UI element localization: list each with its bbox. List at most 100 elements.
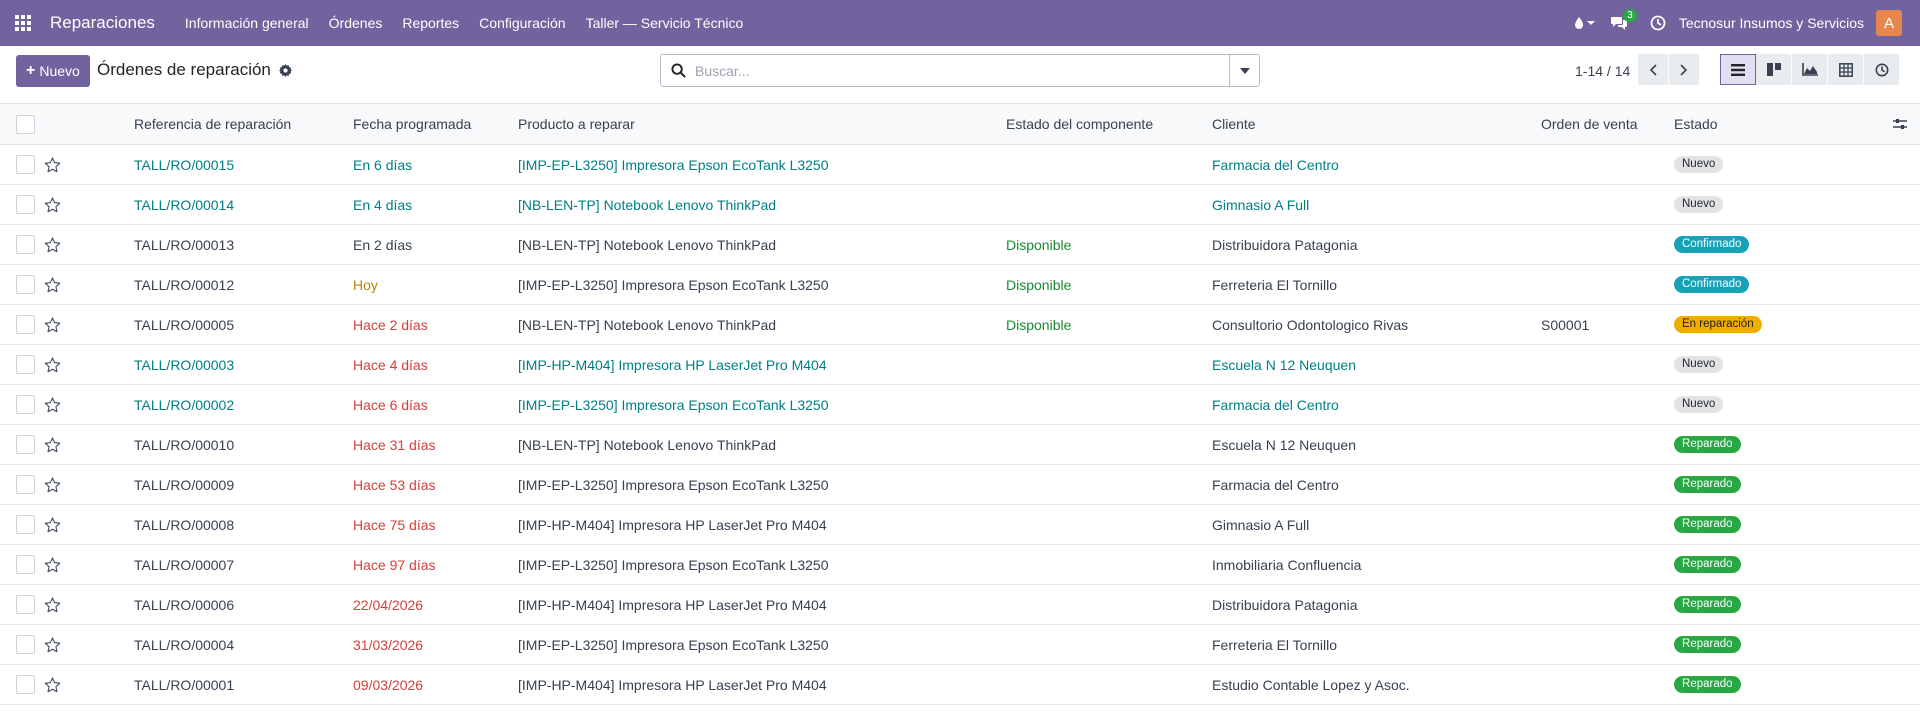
menu-item-reportes[interactable]: Reportes	[392, 0, 469, 46]
pager-previous-button[interactable]	[1638, 54, 1669, 85]
column-header-ref[interactable]: Referencia de reparación	[134, 104, 291, 144]
kanban-view-button[interactable]	[1756, 54, 1792, 85]
table-row[interactable]: TALL/RO/00013 En 2 días [NB-LEN-TP] Notebo…	[0, 225, 1920, 265]
optional-columns-icon[interactable]	[1893, 104, 1907, 144]
star-icon[interactable]	[44, 625, 61, 664]
star-icon[interactable]	[44, 385, 61, 424]
table-row[interactable]: TALL/RO/00005 Hace 2 días [NB-LEN-TP] Note…	[0, 305, 1920, 345]
repair-orders-table: Referencia de reparación Fecha programad…	[0, 104, 1920, 705]
row-checkbox[interactable]	[16, 665, 35, 704]
column-header-product[interactable]: Producto a reparar	[518, 104, 635, 144]
pager-next-button[interactable]	[1669, 54, 1700, 85]
company-switcher[interactable]: Tecnosur Insumos y Servicios	[1673, 15, 1876, 31]
column-header-client[interactable]: Cliente	[1212, 104, 1256, 144]
messages-icon[interactable]: 3	[1603, 0, 1637, 46]
repair-reference: TALL/RO/00008	[134, 516, 235, 533]
row-checkbox[interactable]	[16, 225, 35, 264]
menu-item-configuracion[interactable]: Configuración	[469, 0, 575, 46]
repair-reference: TALL/RO/00004	[134, 636, 235, 653]
row-checkbox[interactable]	[16, 145, 35, 184]
scheduled-date: 22/04/2026	[353, 596, 424, 613]
star-icon[interactable]	[44, 145, 61, 184]
table-row[interactable]: TALL/RO/00012 Hoy [IMP-EP-L3250] Impresora…	[0, 265, 1920, 305]
star-icon[interactable]	[44, 185, 61, 224]
state-cell: Confirmado	[1674, 225, 1750, 264]
table-row[interactable]: TALL/RO/00002 Hace 6 días [IMP-EP-L3250] I…	[0, 385, 1920, 425]
star-icon[interactable]	[44, 345, 61, 384]
table-row[interactable]: TALL/RO/00004 31/03/2026 [IMP-EP-L3250] Im…	[0, 625, 1920, 665]
star-icon[interactable]	[44, 265, 61, 304]
scheduled-date: Hace 2 días	[353, 316, 428, 333]
row-checkbox[interactable]	[16, 585, 35, 624]
row-checkbox[interactable]	[16, 625, 35, 664]
scheduled-date: Hoy	[353, 276, 378, 293]
table-row[interactable]: TALL/RO/00006 22/04/2026 [IMP-HP-M404] Imp…	[0, 585, 1920, 625]
star-icon[interactable]	[44, 305, 61, 344]
table-row[interactable]: TALL/RO/00010 Hace 31 días [NB-LEN-TP] Not…	[0, 425, 1920, 465]
column-header-component[interactable]: Estado del componente	[1006, 104, 1153, 144]
new-button[interactable]: + Nuevo	[16, 55, 90, 87]
row-checkbox[interactable]	[16, 305, 35, 344]
component-status: Disponible	[1006, 316, 1072, 333]
status-badge: Confirmado	[1674, 236, 1750, 253]
star-icon[interactable]	[44, 425, 61, 464]
star-icon[interactable]	[44, 505, 61, 544]
state-cell: Nuevo	[1674, 385, 1724, 424]
scheduled-date: Hace 31 días	[353, 436, 436, 453]
table-row[interactable]: TALL/RO/00003 Hace 4 días [IMP-HP-M404] Im…	[0, 345, 1920, 385]
scheduled-date: 31/03/2026	[353, 636, 424, 653]
status-badge: Reparado	[1674, 596, 1741, 613]
table-row[interactable]: TALL/RO/00007 Hace 97 días [IMP-EP-L3250] …	[0, 545, 1920, 585]
app-name[interactable]: Reparaciones	[50, 13, 155, 33]
star-icon[interactable]	[44, 465, 61, 504]
row-checkbox[interactable]	[16, 385, 35, 424]
search-input[interactable]	[695, 55, 1229, 86]
app-menu-icon[interactable]	[0, 0, 46, 46]
user-avatar[interactable]: A	[1876, 10, 1902, 36]
table-row[interactable]: TALL/RO/00008 Hace 75 días [IMP-HP-M404] I…	[0, 505, 1920, 545]
menu-item-ordenes[interactable]: Órdenes	[319, 0, 393, 46]
activity-view-button[interactable]	[1864, 54, 1900, 85]
status-badge: En reparación	[1674, 316, 1762, 333]
column-header-state[interactable]: Estado	[1674, 104, 1718, 144]
page-title-group: Órdenes de reparación	[97, 60, 292, 80]
product-to-repair: [IMP-EP-L3250] Impresora Epson EcoTank L…	[518, 556, 829, 573]
select-all-checkbox[interactable]	[16, 104, 35, 144]
debug-drop-icon[interactable]	[1567, 0, 1603, 46]
table-row[interactable]: TALL/RO/00014 En 4 días [NB-LEN-TP] Notebo…	[0, 185, 1920, 225]
chevron-right-icon	[1680, 63, 1688, 76]
table-row[interactable]: TALL/RO/00015 En 6 días [IMP-EP-L3250] Imp…	[0, 145, 1920, 185]
table-body: TALL/RO/00015 En 6 días [IMP-EP-L3250] Imp…	[0, 145, 1920, 705]
column-header-order[interactable]: Orden de venta	[1541, 104, 1638, 144]
star-icon[interactable]	[44, 225, 61, 264]
repair-reference: TALL/RO/00001	[134, 676, 235, 693]
row-checkbox[interactable]	[16, 545, 35, 584]
table-row[interactable]: TALL/RO/00001 09/03/2026 [IMP-HP-M404] Imp…	[0, 665, 1920, 705]
gear-icon[interactable]	[278, 63, 292, 77]
row-checkbox[interactable]	[16, 505, 35, 544]
list-view-button[interactable]	[1720, 54, 1756, 85]
row-checkbox[interactable]	[16, 425, 35, 464]
status-badge: Reparado	[1674, 676, 1741, 693]
graph-view-button[interactable]	[1792, 54, 1828, 85]
menu-item-informacion-general[interactable]: Información general	[175, 0, 319, 46]
pager-value[interactable]: 1-14 / 14	[1575, 63, 1630, 79]
row-checkbox[interactable]	[16, 185, 35, 224]
table-row[interactable]: TALL/RO/00009 Hace 53 días [IMP-EP-L3250] …	[0, 465, 1920, 505]
row-checkbox[interactable]	[16, 345, 35, 384]
pivot-view-button[interactable]	[1828, 54, 1864, 85]
activity-clock-icon[interactable]	[1643, 0, 1673, 46]
client-name: Gimnasio A Full	[1212, 196, 1310, 213]
client-name: Ferreteria El Tornillo	[1212, 276, 1338, 293]
product-to-repair: [IMP-EP-L3250] Impresora Epson EcoTank L…	[518, 636, 829, 653]
star-icon[interactable]	[44, 585, 61, 624]
column-header-date[interactable]: Fecha programada	[353, 104, 471, 144]
row-checkbox[interactable]	[16, 465, 35, 504]
menu-item-taller[interactable]: Taller — Servicio Técnico	[576, 0, 754, 46]
pager-buttons	[1638, 54, 1700, 85]
search-options-toggle[interactable]	[1229, 55, 1259, 86]
star-icon[interactable]	[44, 665, 61, 704]
star-icon[interactable]	[44, 545, 61, 584]
row-checkbox[interactable]	[16, 265, 35, 304]
state-cell: Reparado	[1674, 625, 1741, 664]
